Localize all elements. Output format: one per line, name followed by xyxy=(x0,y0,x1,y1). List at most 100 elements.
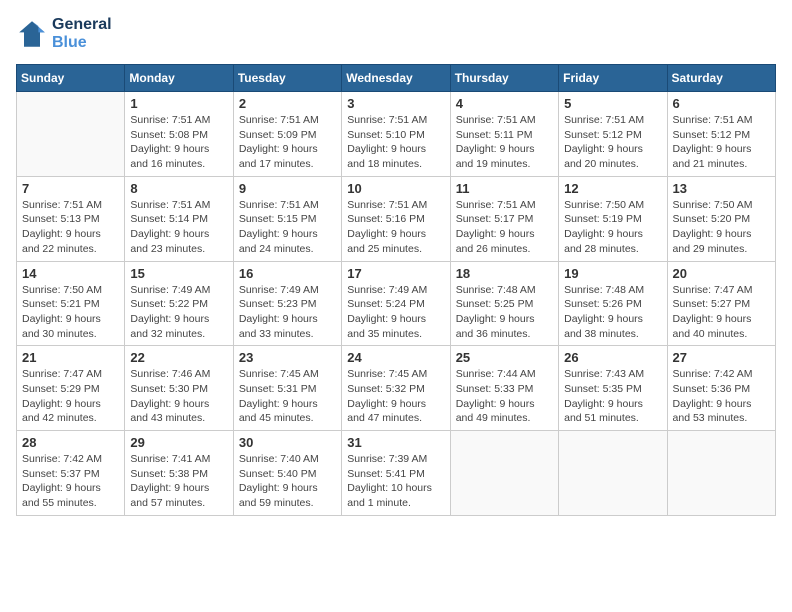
calendar-cell: 12 Sunrise: 7:50 AM Sunset: 5:19 PM Dayli… xyxy=(559,176,667,261)
day-info: Sunrise: 7:49 AM Sunset: 5:23 PM Dayligh… xyxy=(239,283,336,342)
calendar-header-row: SundayMondayTuesdayWednesdayThursdayFrid… xyxy=(17,65,776,92)
calendar-week-1: 1 Sunrise: 7:51 AM Sunset: 5:08 PM Daylig… xyxy=(17,92,776,177)
day-info: Sunrise: 7:51 AM Sunset: 5:09 PM Dayligh… xyxy=(239,113,336,172)
day-info: Sunrise: 7:42 AM Sunset: 5:36 PM Dayligh… xyxy=(673,367,770,426)
calendar-cell: 9Sunrise: 7:51 AM Sunset: 5:15 PM Daylig… xyxy=(233,176,341,261)
calendar-cell: 13 Sunrise: 7:50 AM Sunset: 5:20 PM Dayli… xyxy=(667,176,775,261)
calendar-cell: 31 Sunrise: 7:39 AM Sunset: 5:41 PM Dayli… xyxy=(342,431,450,516)
day-info: Sunrise: 7:49 AM Sunset: 5:24 PM Dayligh… xyxy=(347,283,444,342)
day-number: 26 xyxy=(564,350,661,365)
day-number: 15 xyxy=(130,266,227,281)
day-info: Sunrise: 7:43 AM Sunset: 5:35 PM Dayligh… xyxy=(564,367,661,426)
day-info: Sunrise: 7:47 AM Sunset: 5:27 PM Dayligh… xyxy=(673,283,770,342)
day-info: Sunrise: 7:39 AM Sunset: 5:41 PM Dayligh… xyxy=(347,452,444,511)
calendar-cell: 29 Sunrise: 7:41 AM Sunset: 5:38 PM Dayli… xyxy=(125,431,233,516)
calendar-cell: 19Sunrise: 7:48 AM Sunset: 5:26 PM Dayli… xyxy=(559,261,667,346)
logo-text: General Blue xyxy=(52,16,112,52)
calendar-cell: 16 Sunrise: 7:49 AM Sunset: 5:23 PM Dayli… xyxy=(233,261,341,346)
day-info: Sunrise: 7:48 AM Sunset: 5:26 PM Dayligh… xyxy=(564,283,661,342)
day-number: 9 xyxy=(239,181,336,196)
day-number: 17 xyxy=(347,266,444,281)
day-number: 20 xyxy=(673,266,770,281)
calendar-cell: 22 Sunrise: 7:46 AM Sunset: 5:30 PM Dayli… xyxy=(125,346,233,431)
day-number: 27 xyxy=(673,350,770,365)
day-info: Sunrise: 7:47 AM Sunset: 5:29 PM Dayligh… xyxy=(22,367,119,426)
logo-icon xyxy=(16,18,48,50)
day-info: Sunrise: 7:40 AM Sunset: 5:40 PM Dayligh… xyxy=(239,452,336,511)
day-number: 25 xyxy=(456,350,553,365)
day-number: 31 xyxy=(347,435,444,450)
day-info: Sunrise: 7:50 AM Sunset: 5:20 PM Dayligh… xyxy=(673,198,770,257)
calendar-cell: 26 Sunrise: 7:43 AM Sunset: 5:35 PM Dayli… xyxy=(559,346,667,431)
calendar-cell: 18Sunrise: 7:48 AM Sunset: 5:25 PM Dayli… xyxy=(450,261,558,346)
calendar-cell: 8 Sunrise: 7:51 AM Sunset: 5:14 PM Daylig… xyxy=(125,176,233,261)
column-header-friday: Friday xyxy=(559,65,667,92)
calendar-cell: 20 Sunrise: 7:47 AM Sunset: 5:27 PM Dayli… xyxy=(667,261,775,346)
day-number: 21 xyxy=(22,350,119,365)
column-header-tuesday: Tuesday xyxy=(233,65,341,92)
day-info: Sunrise: 7:50 AM Sunset: 5:19 PM Dayligh… xyxy=(564,198,661,257)
day-number: 29 xyxy=(130,435,227,450)
day-info: Sunrise: 7:51 AM Sunset: 5:11 PM Dayligh… xyxy=(456,113,553,172)
calendar-cell: 11 Sunrise: 7:51 AM Sunset: 5:17 PM Dayli… xyxy=(450,176,558,261)
day-info: Sunrise: 7:46 AM Sunset: 5:30 PM Dayligh… xyxy=(130,367,227,426)
day-number: 28 xyxy=(22,435,119,450)
day-number: 23 xyxy=(239,350,336,365)
day-number: 8 xyxy=(130,181,227,196)
logo: General Blue xyxy=(16,16,112,52)
day-info: Sunrise: 7:51 AM Sunset: 5:17 PM Dayligh… xyxy=(456,198,553,257)
calendar-week-2: 7 Sunrise: 7:51 AM Sunset: 5:13 PM Daylig… xyxy=(17,176,776,261)
calendar-cell: 6Sunrise: 7:51 AM Sunset: 5:12 PM Daylig… xyxy=(667,92,775,177)
column-header-saturday: Saturday xyxy=(667,65,775,92)
day-number: 13 xyxy=(673,181,770,196)
calendar-cell: 15Sunrise: 7:49 AM Sunset: 5:22 PM Dayli… xyxy=(125,261,233,346)
calendar-week-5: 28 Sunrise: 7:42 AM Sunset: 5:37 PM Dayli… xyxy=(17,431,776,516)
calendar-cell: 28 Sunrise: 7:42 AM Sunset: 5:37 PM Dayli… xyxy=(17,431,125,516)
calendar-week-4: 21 Sunrise: 7:47 AM Sunset: 5:29 PM Dayli… xyxy=(17,346,776,431)
day-info: Sunrise: 7:41 AM Sunset: 5:38 PM Dayligh… xyxy=(130,452,227,511)
calendar-cell: 7 Sunrise: 7:51 AM Sunset: 5:13 PM Daylig… xyxy=(17,176,125,261)
day-number: 7 xyxy=(22,181,119,196)
day-number: 11 xyxy=(456,181,553,196)
calendar-cell: 14 Sunrise: 7:50 AM Sunset: 5:21 PM Dayli… xyxy=(17,261,125,346)
day-info: Sunrise: 7:51 AM Sunset: 5:16 PM Dayligh… xyxy=(347,198,444,257)
day-info: Sunrise: 7:42 AM Sunset: 5:37 PM Dayligh… xyxy=(22,452,119,511)
page-header: General Blue xyxy=(16,16,776,52)
column-header-monday: Monday xyxy=(125,65,233,92)
day-number: 1 xyxy=(130,96,227,111)
column-header-sunday: Sunday xyxy=(17,65,125,92)
day-number: 16 xyxy=(239,266,336,281)
calendar-cell: 23 Sunrise: 7:45 AM Sunset: 5:31 PM Dayli… xyxy=(233,346,341,431)
calendar-cell: 2 Sunrise: 7:51 AM Sunset: 5:09 PM Daylig… xyxy=(233,92,341,177)
calendar-cell: 1 Sunrise: 7:51 AM Sunset: 5:08 PM Daylig… xyxy=(125,92,233,177)
day-number: 3 xyxy=(347,96,444,111)
calendar-cell: 17 Sunrise: 7:49 AM Sunset: 5:24 PM Dayli… xyxy=(342,261,450,346)
calendar-cell: 10 Sunrise: 7:51 AM Sunset: 5:16 PM Dayli… xyxy=(342,176,450,261)
day-number: 2 xyxy=(239,96,336,111)
calendar-cell xyxy=(17,92,125,177)
day-info: Sunrise: 7:48 AM Sunset: 5:25 PM Dayligh… xyxy=(456,283,553,342)
day-info: Sunrise: 7:45 AM Sunset: 5:31 PM Dayligh… xyxy=(239,367,336,426)
day-info: Sunrise: 7:50 AM Sunset: 5:21 PM Dayligh… xyxy=(22,283,119,342)
day-number: 22 xyxy=(130,350,227,365)
day-info: Sunrise: 7:51 AM Sunset: 5:08 PM Dayligh… xyxy=(130,113,227,172)
day-info: Sunrise: 7:44 AM Sunset: 5:33 PM Dayligh… xyxy=(456,367,553,426)
day-info: Sunrise: 7:51 AM Sunset: 5:14 PM Dayligh… xyxy=(130,198,227,257)
day-info: Sunrise: 7:51 AM Sunset: 5:10 PM Dayligh… xyxy=(347,113,444,172)
calendar-cell: 3 Sunrise: 7:51 AM Sunset: 5:10 PM Daylig… xyxy=(342,92,450,177)
column-header-wednesday: Wednesday xyxy=(342,65,450,92)
calendar-cell: 24Sunrise: 7:45 AM Sunset: 5:32 PM Dayli… xyxy=(342,346,450,431)
day-number: 12 xyxy=(564,181,661,196)
day-number: 4 xyxy=(456,96,553,111)
calendar-table: SundayMondayTuesdayWednesdayThursdayFrid… xyxy=(16,64,776,516)
day-number: 10 xyxy=(347,181,444,196)
calendar-cell: 5Sunrise: 7:51 AM Sunset: 5:12 PM Daylig… xyxy=(559,92,667,177)
calendar-cell: 27 Sunrise: 7:42 AM Sunset: 5:36 PM Dayli… xyxy=(667,346,775,431)
day-info: Sunrise: 7:45 AM Sunset: 5:32 PM Dayligh… xyxy=(347,367,444,426)
day-info: Sunrise: 7:51 AM Sunset: 5:13 PM Dayligh… xyxy=(22,198,119,257)
day-number: 14 xyxy=(22,266,119,281)
column-header-thursday: Thursday xyxy=(450,65,558,92)
day-number: 6 xyxy=(673,96,770,111)
calendar-cell xyxy=(667,431,775,516)
calendar-cell: 25 Sunrise: 7:44 AM Sunset: 5:33 PM Dayli… xyxy=(450,346,558,431)
